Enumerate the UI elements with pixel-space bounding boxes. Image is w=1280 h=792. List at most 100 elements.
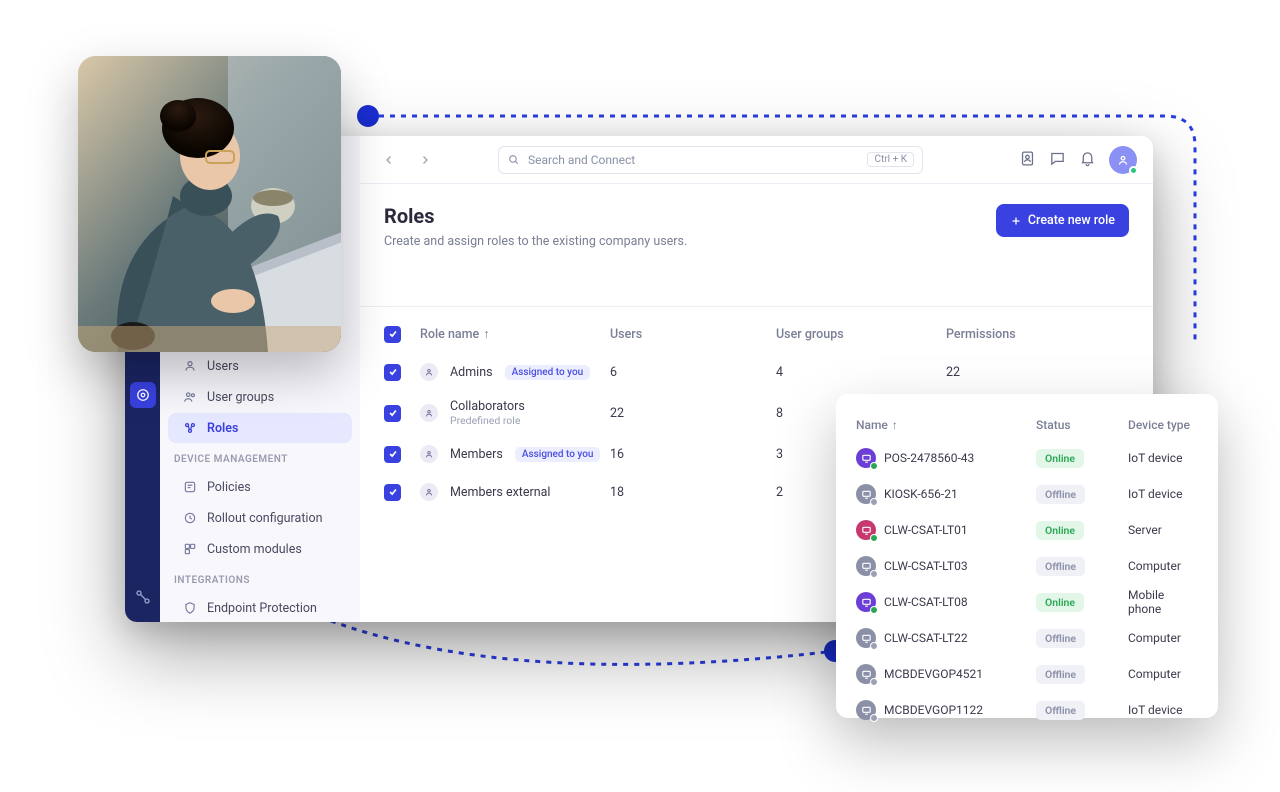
device-row[interactable]: MCBDEVGOP1122OfflineIoT device bbox=[856, 692, 1198, 728]
col-role-name[interactable]: Role name↑ bbox=[420, 327, 610, 342]
rollout-icon bbox=[182, 510, 198, 526]
page-header: Roles Create and assign roles to the exi… bbox=[360, 184, 1153, 259]
panel-header-row: Name↑ Status Device type bbox=[856, 410, 1198, 440]
role-icon bbox=[420, 445, 438, 463]
table-header-row: Role name↑ Users User groups Permissions bbox=[384, 315, 1129, 353]
device-icon bbox=[856, 700, 876, 720]
device-type: Mobile phone bbox=[1128, 588, 1198, 616]
search-icon bbox=[507, 153, 520, 166]
contacts-icon[interactable] bbox=[1019, 150, 1039, 170]
sidebar-section-device: DEVICE MANAGEMENT bbox=[160, 444, 360, 471]
sidebar-item-label: Roles bbox=[207, 421, 238, 436]
roles-icon bbox=[182, 420, 198, 436]
device-row[interactable]: MCBDEVGOP4521OfflineComputer bbox=[856, 656, 1198, 692]
avatar[interactable] bbox=[1109, 146, 1137, 174]
status-badge: Offline bbox=[1036, 557, 1085, 576]
col-users[interactable]: Users bbox=[610, 327, 776, 342]
topbar: Search and Connect Ctrl + K bbox=[360, 136, 1153, 184]
assigned-badge: Assigned to you bbox=[515, 447, 601, 462]
status-badge: Offline bbox=[1036, 485, 1085, 504]
col-user-groups[interactable]: User groups bbox=[776, 327, 946, 342]
sidebar-item-rollout[interactable]: Rollout configuration bbox=[168, 503, 352, 533]
sort-arrow-icon: ↑ bbox=[483, 327, 489, 342]
role-icon bbox=[420, 363, 438, 381]
sort-arrow-icon: ↑ bbox=[892, 418, 898, 432]
device-name: CLW-CSAT-LT03 bbox=[884, 559, 968, 573]
create-role-button[interactable]: Create new role bbox=[996, 204, 1129, 237]
device-type: IoT device bbox=[1128, 451, 1198, 465]
cell-users: 18 bbox=[610, 485, 776, 500]
col-permissions[interactable]: Permissions bbox=[946, 327, 1096, 342]
sidebar-item-custom-modules[interactable]: Custom modules bbox=[168, 534, 352, 564]
device-row[interactable]: CLW-CSAT-LT01OnlineServer bbox=[856, 512, 1198, 548]
status-badge: Online bbox=[1036, 521, 1084, 540]
device-type: IoT device bbox=[1128, 487, 1198, 501]
shield-icon bbox=[182, 600, 198, 616]
device-icon bbox=[856, 520, 876, 540]
modules-icon bbox=[182, 541, 198, 557]
device-icon bbox=[856, 556, 876, 576]
cell-users: 22 bbox=[610, 406, 776, 421]
nav-forward-button[interactable] bbox=[412, 147, 438, 173]
device-type: IoT device bbox=[1128, 703, 1198, 717]
button-label: Create new role bbox=[1028, 213, 1115, 228]
device-name: CLW-CSAT-LT08 bbox=[884, 595, 968, 609]
row-checkbox[interactable] bbox=[384, 484, 401, 501]
row-checkbox[interactable] bbox=[384, 446, 401, 463]
role-name: Members bbox=[450, 447, 503, 462]
nav-back-button[interactable] bbox=[376, 147, 402, 173]
sidebar-item-label: Custom modules bbox=[207, 542, 302, 557]
row-checkbox[interactable] bbox=[384, 364, 401, 381]
sidebar-item-user-groups[interactable]: User groups bbox=[168, 382, 352, 412]
device-type: Computer bbox=[1128, 631, 1198, 645]
device-icon bbox=[856, 448, 876, 468]
sidebar-item-endpoint-protection[interactable]: Endpoint Protection bbox=[168, 593, 352, 622]
chat-icon[interactable] bbox=[1049, 150, 1069, 170]
rail-team-icon[interactable] bbox=[130, 382, 156, 408]
device-row[interactable]: CLW-CSAT-LT08 Online Mobile phone bbox=[856, 584, 1198, 620]
devices-panel: Name↑ Status Device type POS-2478560-43 O… bbox=[836, 394, 1218, 718]
device-type: Computer bbox=[1128, 667, 1198, 681]
sidebar-item-policies[interactable]: Policies bbox=[168, 472, 352, 502]
status-badge: Online bbox=[1036, 449, 1084, 468]
assigned-badge: Assigned to you bbox=[505, 365, 591, 380]
policies-icon bbox=[182, 479, 198, 495]
sidebar-item-label: Users bbox=[207, 359, 239, 374]
rail-connect-icon[interactable] bbox=[132, 586, 154, 608]
col-status[interactable]: Status bbox=[1036, 418, 1128, 432]
sidebar-section-integrations: INTEGRATIONS bbox=[160, 565, 360, 592]
cell-perms: 22 bbox=[946, 365, 1096, 380]
device-row[interactable]: CLW-CSAT-LT22OfflineComputer bbox=[856, 620, 1198, 656]
device-name: CLW-CSAT-LT22 bbox=[884, 631, 968, 645]
cell-users: 6 bbox=[610, 365, 776, 380]
device-icon bbox=[856, 628, 876, 648]
device-name: POS-2478560-43 bbox=[884, 451, 974, 465]
sidebar-item-users[interactable]: Users bbox=[168, 351, 352, 381]
device-type: Computer bbox=[1128, 559, 1198, 573]
search-placeholder: Search and Connect bbox=[528, 153, 635, 167]
presence-indicator bbox=[1129, 166, 1138, 175]
status-badge: Online bbox=[1036, 593, 1084, 612]
cell-users: 16 bbox=[610, 447, 776, 462]
select-all-checkbox[interactable] bbox=[384, 326, 401, 343]
table-row[interactable]: Admins Assigned to you 6 4 22 bbox=[384, 353, 1129, 391]
device-icon bbox=[856, 664, 876, 684]
role-name: Collaborators bbox=[450, 399, 525, 414]
plus-icon bbox=[1010, 215, 1022, 227]
row-checkbox[interactable] bbox=[384, 405, 401, 422]
sidebar-item-label: Rollout configuration bbox=[207, 511, 323, 526]
device-name: MCBDEVGOP4521 bbox=[884, 667, 983, 681]
search-input[interactable]: Search and Connect Ctrl + K bbox=[498, 146, 923, 174]
sidebar-item-roles[interactable]: Roles bbox=[168, 413, 352, 443]
device-row[interactable]: CLW-CSAT-LT03 Offline Computer bbox=[856, 548, 1198, 584]
user-groups-icon bbox=[182, 389, 198, 405]
col-device-type[interactable]: Device type bbox=[1128, 418, 1198, 432]
device-row[interactable]: KIOSK-656-21OfflineIoT device bbox=[856, 476, 1198, 512]
role-icon bbox=[420, 483, 438, 501]
device-icon bbox=[856, 592, 876, 612]
col-name[interactable]: Name↑ bbox=[856, 418, 1036, 432]
role-icon bbox=[420, 404, 438, 422]
device-row[interactable]: POS-2478560-43 Online IoT device bbox=[856, 440, 1198, 476]
bell-icon[interactable] bbox=[1079, 150, 1099, 170]
sidebar-item-label: Endpoint Protection bbox=[207, 601, 317, 616]
